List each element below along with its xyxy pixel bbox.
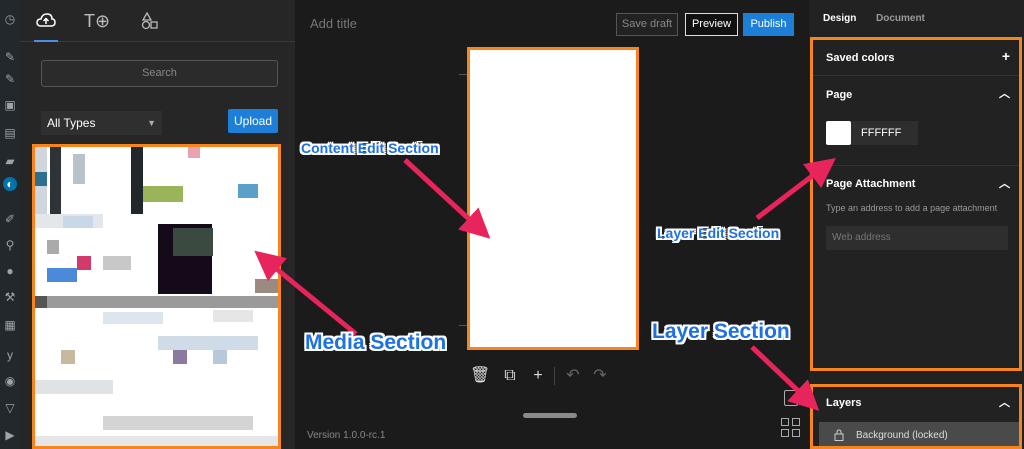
- media-grid[interactable]: [33, 144, 280, 449]
- yoast-icon[interactable]: y: [3, 348, 17, 362]
- save-draft-button[interactable]: Save draft: [616, 13, 678, 36]
- plus-icon[interactable]: +: [1002, 48, 1010, 64]
- add-icon[interactable]: +: [528, 366, 548, 386]
- story-page[interactable]: [467, 47, 639, 350]
- page-section-title: Page: [826, 89, 853, 101]
- stories-icon[interactable]: ◐: [3, 177, 17, 191]
- page-section: Page ︿ FFFFFF: [813, 76, 1020, 166]
- layers-title: Layers: [826, 397, 862, 409]
- cloud-upload-icon[interactable]: [31, 8, 61, 34]
- settings-icon[interactable]: ▦: [3, 318, 17, 332]
- pages-icon[interactable]: ▤: [3, 126, 17, 140]
- chevron-up-icon[interactable]: ︿: [999, 85, 1010, 101]
- active-tab-indicator: [34, 40, 58, 42]
- tab-design[interactable]: Design: [823, 13, 856, 24]
- page-attachment-section: Page Attachment ︿ Type an address to add…: [813, 166, 1020, 266]
- lock-icon: [834, 429, 844, 441]
- chart-icon[interactable]: ◉: [3, 374, 17, 388]
- layer-item[interactable]: Background (locked): [819, 422, 1020, 449]
- saved-colors-section: Saved colors +: [813, 40, 1020, 76]
- grid-view-icon[interactable]: [781, 418, 801, 438]
- pin-icon[interactable]: ✎: [3, 50, 17, 64]
- title-input[interactable]: Add title: [310, 16, 357, 31]
- media-type-select[interactable]: All Types ▼: [41, 111, 162, 135]
- layers-section: Layers ︿ Background (locked): [813, 386, 1020, 449]
- media-panel: T⊕ Search All Types ▼ Upload: [20, 0, 295, 449]
- layer-label: Background (locked): [856, 430, 948, 441]
- upload-button[interactable]: Upload: [228, 109, 278, 133]
- chevron-up-icon[interactable]: ︿: [999, 394, 1010, 410]
- vector-icon[interactable]: ▽: [3, 401, 17, 415]
- play-icon[interactable]: ▶: [3, 428, 17, 442]
- tools-icon[interactable]: ⚒: [3, 290, 17, 304]
- preview-button[interactable]: Preview: [685, 13, 738, 36]
- admin-sidebar: ◷ ✎ ✎ ▣ ▤ ▰ ◐ ✐ ⚲ ● ⚒ ▦ y ◉ ▽ ▶: [0, 0, 20, 449]
- duplicate-icon[interactable]: ⧉: [500, 366, 520, 386]
- chevron-up-icon[interactable]: ︿: [999, 175, 1010, 191]
- saved-colors-title: Saved colors: [826, 52, 895, 64]
- undo-icon[interactable]: ↶: [563, 366, 583, 386]
- attachment-help-text: Type an address to add a page attachment: [826, 203, 998, 213]
- mobile-preview-icon[interactable]: [784, 390, 798, 406]
- carousel-handle[interactable]: [523, 413, 577, 418]
- redo-icon[interactable]: ↷: [590, 366, 610, 386]
- shapes-icon[interactable]: [135, 8, 165, 34]
- media-icon[interactable]: ▣: [3, 98, 17, 112]
- appearance-icon[interactable]: ✐: [3, 212, 17, 226]
- trash-icon[interactable]: 🗑: [470, 366, 490, 386]
- toolbar-divider: [554, 367, 555, 385]
- dashboard-icon[interactable]: ◷: [3, 12, 17, 26]
- library-tabs: T⊕: [20, 0, 295, 42]
- plugins-icon[interactable]: ⚲: [3, 238, 17, 252]
- layer-section-callout: Layer Section: [652, 320, 790, 343]
- layer-edit-callout: Layer Edit Section: [657, 225, 780, 241]
- publish-button[interactable]: Publish: [743, 13, 794, 36]
- tab-document[interactable]: Document: [876, 13, 925, 24]
- text-add-icon[interactable]: T⊕: [82, 8, 112, 34]
- web-address-input[interactable]: Web address: [826, 226, 1008, 250]
- pin-icon[interactable]: ✎: [3, 72, 17, 86]
- search-input[interactable]: Search: [41, 60, 278, 87]
- caret-down-icon: ▼: [147, 118, 156, 128]
- version-label: Version 1.0.0-rc.1: [307, 430, 386, 441]
- users-icon[interactable]: ●: [3, 264, 17, 278]
- media-type-value: All Types: [47, 116, 96, 130]
- content-edit-callout: Content Edit Section: [301, 140, 439, 156]
- inspector-panel: Design Document Saved colors + Page ︿ FF…: [809, 0, 1024, 449]
- color-hex-input[interactable]: FFFFFF: [851, 121, 918, 145]
- media-section-callout: Media Section: [305, 331, 447, 354]
- comments-icon[interactable]: ▰: [3, 154, 17, 168]
- page-attachment-title: Page Attachment: [826, 178, 916, 190]
- color-swatch[interactable]: [826, 121, 851, 145]
